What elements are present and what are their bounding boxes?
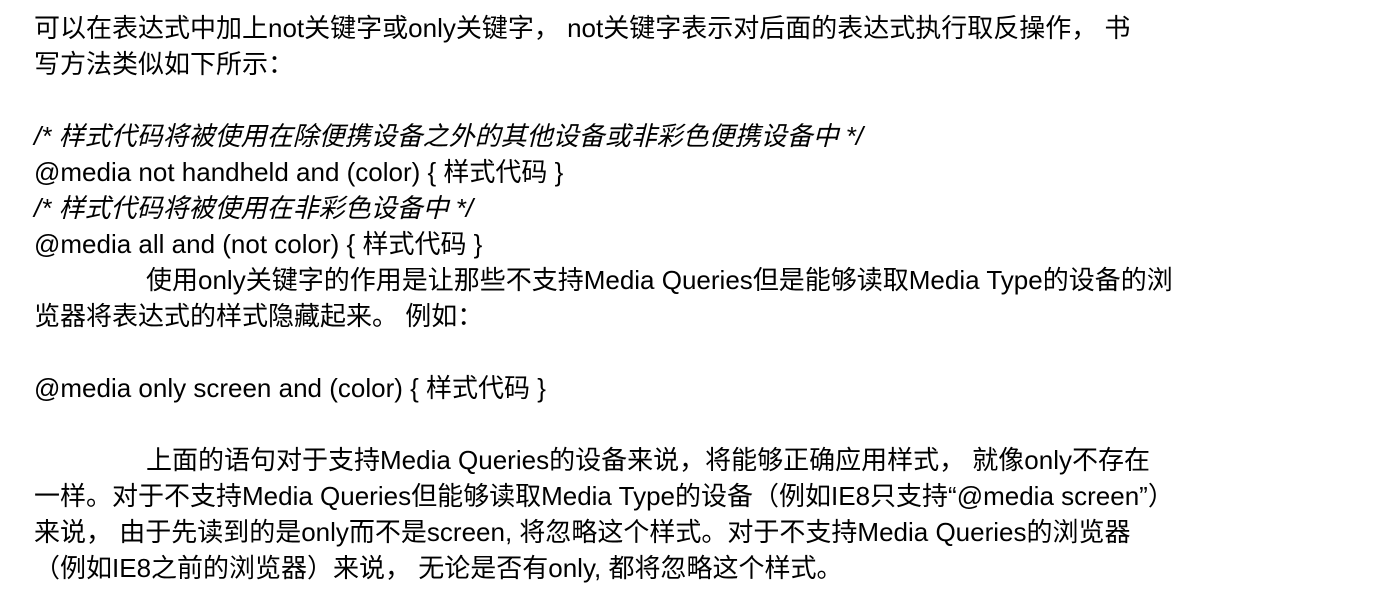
paragraph-2-line-2: 览器将表达式的样式隐藏起来。 例如：	[34, 301, 484, 331]
paragraph-1-line-1: 可以在表达式中加上not关键字或only关键字， not关键字表示对后面的表达式…	[34, 13, 1131, 43]
paragraph-3-line-3: 来说， 由于先读到的是only而不是screen, 将忽略这个样式。对于不支持M…	[34, 517, 1131, 547]
code-line-2: @media all and (not color) { 样式代码 }	[34, 229, 483, 259]
paragraph-1-line-2: 写方法类似如下所示：	[34, 49, 295, 79]
code-comment-2: /* 样式代码将被使用在非彩色设备中 */	[34, 193, 474, 223]
paragraph-3-line-2: 一样。对于不支持Media Queries但能够读取Media Type的设备（…	[34, 481, 1174, 511]
document-page: 可以在表达式中加上not关键字或only关键字， not关键字表示对后面的表达式…	[0, 0, 1373, 614]
paragraph-2-line-1: 使用only关键字的作用是让那些不支持Media Queries但是能够读取Me…	[146, 265, 1173, 295]
code-line-3: @media only screen and (color) { 样式代码 }	[34, 373, 546, 403]
paragraph-3-line-1: 上面的语句对于支持Media Queries的设备来说，将能够正确应用样式， 就…	[146, 445, 1150, 475]
code-line-1: @media not handheld and (color) { 样式代码 }	[34, 157, 564, 187]
paragraph-3-line-4: （例如IE8之前的浏览器）来说， 无论是否有only, 都将忽略这个样式。	[34, 553, 843, 583]
code-comment-1: /* 样式代码将被使用在除便携设备之外的其他设备或非彩色便携设备中 */	[34, 121, 864, 151]
